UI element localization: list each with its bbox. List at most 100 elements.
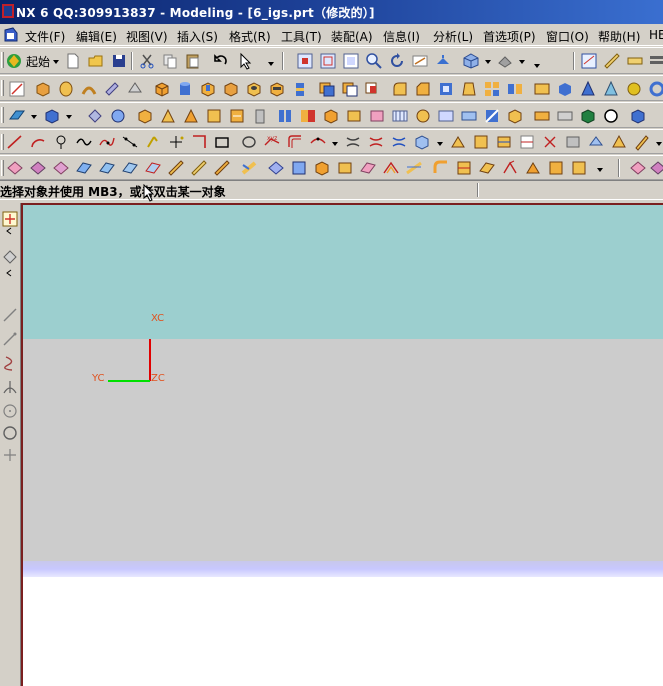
section-curve-icon[interactable]: [390, 133, 408, 151]
rotate-icon[interactable]: [388, 52, 406, 70]
offset-region-icon[interactable]: [437, 107, 455, 125]
styled-sweep-icon[interactable]: [405, 159, 423, 177]
menu-help[interactable]: 帮助(H): [598, 28, 640, 45]
hole-icon[interactable]: [245, 80, 263, 98]
toolbar-options-icon[interactable]: [534, 64, 540, 68]
chamfer-icon[interactable]: [414, 80, 432, 98]
extract-curve-icon[interactable]: [413, 133, 431, 151]
rectangle-icon[interactable]: [213, 133, 231, 151]
menu-format[interactable]: 格式(R): [229, 28, 271, 45]
split-body-icon[interactable]: [483, 107, 501, 125]
chevron-down-icon[interactable]: [31, 115, 37, 119]
helix-icon[interactable]: [144, 133, 162, 151]
command-finder-icon[interactable]: [237, 52, 255, 70]
chevron-down-icon[interactable]: [66, 115, 72, 119]
shaded-body-icon[interactable]: [629, 107, 647, 125]
chevron-down-icon[interactable]: [485, 60, 491, 64]
through-points-icon[interactable]: [6, 159, 24, 177]
pencil-icon[interactable]: [633, 133, 651, 151]
reorder-feature-icon[interactable]: [159, 107, 177, 125]
toolbar-grip[interactable]: [1, 160, 4, 176]
wrap-geometry-icon[interactable]: [506, 107, 524, 125]
bridge-curve-icon[interactable]: [309, 133, 327, 151]
slot-icon[interactable]: [268, 80, 286, 98]
menu-view[interactable]: 视图(V): [126, 28, 168, 45]
corner-icon[interactable]: [190, 133, 208, 151]
datum-csys-icon[interactable]: [43, 107, 61, 125]
pattern-icon[interactable]: [483, 80, 501, 98]
soft-blend-icon[interactable]: [455, 159, 473, 177]
fit-spline-icon[interactable]: [121, 133, 139, 151]
trim-body-icon[interactable]: [126, 80, 144, 98]
rough-offset-icon[interactable]: [336, 159, 354, 177]
menu-file[interactable]: 文件(F): [25, 28, 65, 45]
patch-icon[interactable]: [556, 107, 574, 125]
intersect-icon[interactable]: [364, 80, 382, 98]
styled-blend-icon[interactable]: [382, 159, 400, 177]
pad-icon[interactable]: [222, 80, 240, 98]
menu-preferences[interactable]: 首选项(P): [483, 28, 536, 45]
from-point-cloud-icon[interactable]: [52, 159, 70, 177]
rendering-style-icon[interactable]: [496, 52, 514, 70]
edit-surface-icon[interactable]: [649, 159, 663, 177]
variable-offset-icon[interactable]: [313, 159, 331, 177]
promote-body-icon[interactable]: [579, 107, 597, 125]
sew-icon[interactable]: [533, 107, 551, 125]
revolve-icon[interactable]: [57, 80, 75, 98]
zoom-window-icon[interactable]: [319, 52, 337, 70]
face-blend-icon[interactable]: [432, 159, 450, 177]
spline-tool-icon[interactable]: [2, 355, 18, 371]
move-feature-icon[interactable]: [136, 107, 154, 125]
groove-icon[interactable]: [291, 80, 309, 98]
center-point-icon[interactable]: [2, 403, 18, 419]
suppress-feature-icon[interactable]: [182, 107, 200, 125]
circle-tool-icon[interactable]: [602, 107, 620, 125]
spline-icon[interactable]: [75, 133, 93, 151]
drafting-icon[interactable]: [580, 52, 598, 70]
menu-hd3d[interactable]: HE: [649, 28, 663, 42]
perspective-icon[interactable]: [434, 52, 452, 70]
extension-surface-icon[interactable]: [267, 159, 285, 177]
cone-icon[interactable]: [579, 80, 597, 98]
document-icon[interactable]: [3, 27, 19, 43]
bend-icon[interactable]: [501, 159, 519, 177]
edit-body-icon[interactable]: [345, 107, 363, 125]
arc-icon[interactable]: [29, 133, 47, 151]
subtract-icon[interactable]: [341, 80, 359, 98]
menu-assembly[interactable]: 装配(A): [331, 28, 373, 45]
draft-icon[interactable]: [460, 80, 478, 98]
pyramid-icon[interactable]: [602, 80, 620, 98]
unite-icon[interactable]: [318, 80, 336, 98]
datum-plane-icon[interactable]: [8, 107, 26, 125]
torus-icon[interactable]: [648, 80, 663, 98]
intersection-curve-icon[interactable]: [367, 133, 385, 151]
ruled-icon[interactable]: [391, 107, 409, 125]
curve-length-icon[interactable]: [587, 133, 605, 151]
text-curve-icon[interactable]: [240, 133, 258, 151]
crosshair-icon[interactable]: [2, 447, 18, 463]
zoom-icon[interactable]: [342, 52, 360, 70]
smooth-spline-icon[interactable]: [610, 133, 628, 151]
block-icon[interactable]: [153, 80, 171, 98]
ruler-icon[interactable]: [626, 52, 644, 70]
offset-face-icon[interactable]: [556, 80, 574, 98]
unsuppress-feature-icon[interactable]: [205, 107, 223, 125]
studio-spline-icon[interactable]: [98, 133, 116, 151]
face-edit-icon[interactable]: [368, 107, 386, 125]
menu-edit[interactable]: 编辑(E): [76, 28, 117, 45]
chevron-down-icon[interactable]: [53, 60, 59, 64]
toolbar-grip[interactable]: [1, 80, 4, 96]
stack-icon[interactable]: [648, 52, 663, 70]
through-curve-mesh-icon[interactable]: [121, 159, 139, 177]
design-feature-icon[interactable]: [322, 107, 340, 125]
through-curves-icon[interactable]: [98, 159, 116, 177]
sphere-icon[interactable]: [625, 80, 643, 98]
fit-view-icon[interactable]: [296, 52, 314, 70]
extrude-icon[interactable]: [34, 80, 52, 98]
orient-view-icon[interactable]: [462, 52, 480, 70]
wrap-curve-icon[interactable]: [472, 133, 490, 151]
ruled-surface-icon[interactable]: [75, 159, 93, 177]
arc-tool-icon[interactable]: [2, 331, 18, 347]
point-icon[interactable]: [52, 133, 70, 151]
open-folder-icon[interactable]: [87, 52, 105, 70]
